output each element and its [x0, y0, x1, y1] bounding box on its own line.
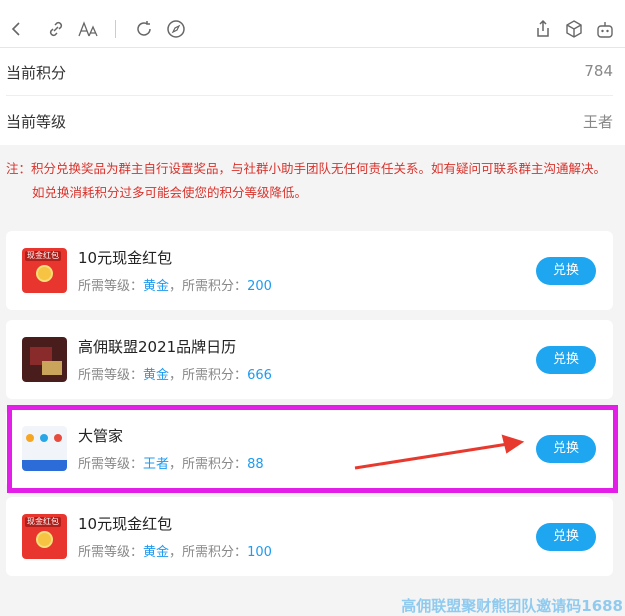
watermark: 高佣联盟聚财熊团队邀请码1688 — [401, 597, 623, 615]
arrow-icon — [354, 442, 509, 470]
arrow-head — [501, 434, 525, 454]
arrow-annotation — [354, 434, 525, 470]
